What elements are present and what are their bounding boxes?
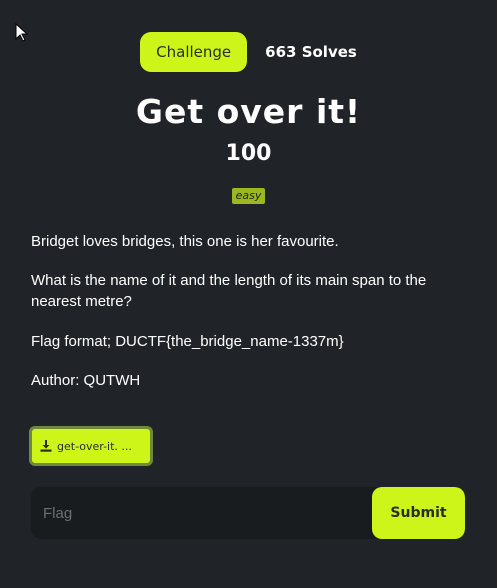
difficulty-badge-wrap: easy	[0, 184, 497, 204]
difficulty-badge: easy	[231, 188, 266, 204]
file-download-button[interactable]: get-over-it. ...	[29, 426, 153, 466]
tab-solves[interactable]: 663 Solves	[265, 32, 357, 72]
challenge-points: 100	[225, 141, 272, 166]
challenge-modal: Challenge 663 Solves Get over it! 100 ea…	[0, 0, 497, 588]
submit-button[interactable]: Submit	[372, 487, 465, 539]
file-download-label: get-over-it. ...	[57, 439, 132, 453]
description-line: Bridget loves bridges, this one is her f…	[31, 233, 339, 250]
challenge-description: Bridget loves bridges, this one is her f…	[31, 231, 471, 409]
flag-submit-form: Submit	[31, 487, 465, 539]
modal-tabs: Challenge 663 Solves	[0, 32, 497, 72]
download-icon	[40, 440, 52, 452]
description-line: Author: QUTWH	[31, 372, 141, 389]
challenge-title: Get over it!	[135, 92, 362, 131]
flag-input[interactable]	[31, 487, 371, 539]
tab-challenge[interactable]: Challenge	[140, 32, 248, 72]
description-line: What is the name of it and the length of…	[31, 272, 427, 310]
description-line: Flag format; DUCTF{the_bridge_name-1337m…	[31, 333, 344, 350]
